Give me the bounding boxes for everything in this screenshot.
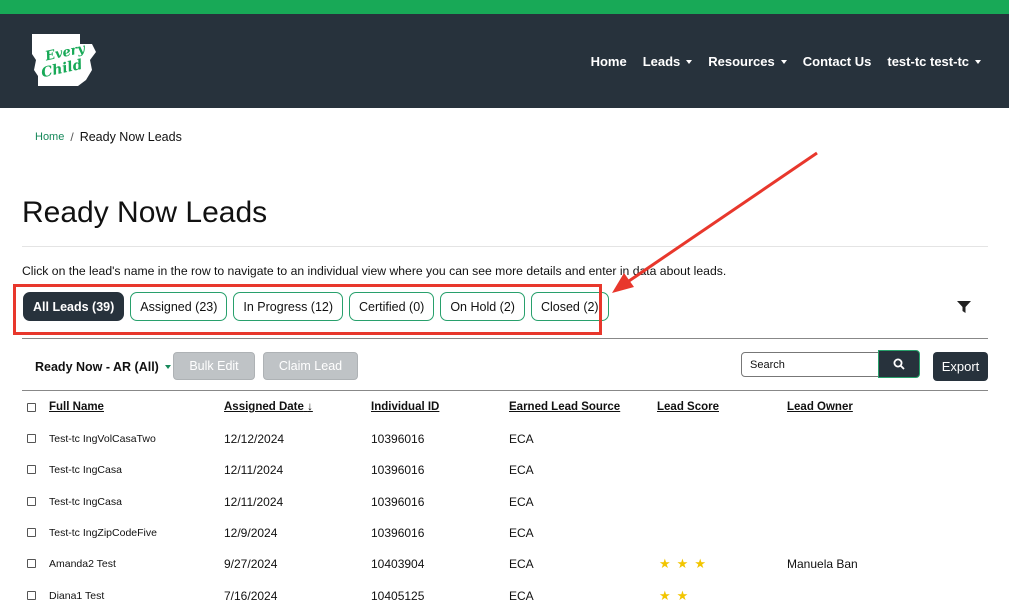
breadcrumb-home-link[interactable]: Home <box>35 131 64 143</box>
row-checkbox[interactable] <box>27 434 36 443</box>
table-row: Test-tc IngVolCasaTwo 12/12/2024 10396016 E… <box>0 432 1009 452</box>
lead-name-link[interactable]: Test-tc IngCasa <box>49 464 122 476</box>
sort-down-arrow-icon: ↓ <box>307 401 313 413</box>
lead-name-link[interactable]: Test-tc IngZipCodeFive <box>49 527 157 539</box>
row-checkbox[interactable] <box>27 591 36 600</box>
nav-home[interactable]: Home <box>591 54 627 69</box>
lead-source-cell: ECA <box>509 432 534 446</box>
star-icon: ★ <box>676 588 689 603</box>
table-row: Test-tc IngCasa 12/11/2024 10396016 ECA <box>0 495 1009 515</box>
col-individual-id[interactable]: Individual ID <box>371 401 439 413</box>
lead-source-cell: ECA <box>509 557 534 571</box>
breadcrumb-current: Ready Now Leads <box>79 130 182 144</box>
row-checkbox[interactable] <box>27 465 36 474</box>
annotation-highlight-box <box>13 284 602 335</box>
individual-id-cell: 10403904 <box>371 557 425 571</box>
lead-name-link[interactable]: Amanda2 Test <box>49 558 116 570</box>
breadcrumb: Home / Ready Now Leads <box>35 130 182 144</box>
col-lead-score[interactable]: Lead Score <box>657 401 719 413</box>
lead-name-link[interactable]: Test-tc IngCasa <box>49 496 122 508</box>
individual-id-cell: 10396016 <box>371 432 425 446</box>
nav-resources-dropdown[interactable]: Resources <box>708 54 787 69</box>
nav-contact-us[interactable]: Contact Us <box>803 54 872 69</box>
caret-down-icon <box>780 59 787 64</box>
nav-leads-dropdown[interactable]: Leads <box>643 54 693 69</box>
search-icon <box>893 358 905 370</box>
table-row: Amanda2 Test 9/27/2024 10403904 ECA ★ ★ ★ Manue… <box>0 556 1009 577</box>
lead-source-cell: ECA <box>509 495 534 509</box>
star-icon: ★ <box>659 556 671 571</box>
col-assigned-date[interactable]: Assigned Date ↓ <box>224 401 313 413</box>
claim-lead-button[interactable]: Claim Lead <box>263 352 358 380</box>
select-all-checkbox[interactable] <box>27 403 36 412</box>
assigned-date-cell: 7/16/2024 <box>224 589 278 603</box>
individual-id-cell: 10396016 <box>371 495 425 509</box>
star-icon: ★ <box>659 588 671 603</box>
table-row: Test-tc IngZipCodeFive 12/9/2024 10396016 E… <box>0 526 1009 546</box>
breadcrumb-separator: / <box>70 130 74 144</box>
table-header: Full Name Assigned Date ↓ Individual ID … <box>0 401 1009 415</box>
individual-id-cell: 10405125 <box>371 589 425 603</box>
every-child-logo[interactable]: Every Child <box>28 30 98 90</box>
lead-name-link[interactable]: Test-tc IngVolCasaTwo <box>49 433 156 445</box>
caret-down-icon <box>164 365 171 369</box>
filter-funnel-icon[interactable] <box>957 301 971 313</box>
list-view-select[interactable]: Ready Now - AR (All) <box>35 360 171 374</box>
intro-text: Click on the lead's name in the row to n… <box>22 264 727 278</box>
bulk-edit-button[interactable]: Bulk Edit <box>173 352 255 380</box>
assigned-date-cell: 9/27/2024 <box>224 557 278 571</box>
lead-score-stars: ★ ★ ★ <box>659 556 706 572</box>
star-icon: ★ <box>694 556 706 571</box>
row-checkbox[interactable] <box>27 528 36 537</box>
individual-id-cell: 10396016 <box>371 463 425 477</box>
caret-down-icon <box>975 59 981 64</box>
individual-id-cell: 10396016 <box>371 526 425 540</box>
toolbar-divider <box>22 390 988 391</box>
search-button[interactable] <box>878 350 920 378</box>
assigned-date-cell: 12/12/2024 <box>224 432 285 446</box>
export-button[interactable]: Export <box>933 352 988 381</box>
search-input[interactable] <box>741 352 879 377</box>
assigned-date-cell: 12/11/2024 <box>224 495 284 509</box>
title-divider <box>22 246 988 247</box>
lead-score-stars: ★ ★ <box>659 588 688 603</box>
lead-source-cell: ECA <box>509 589 534 603</box>
assigned-date-cell: 12/9/2024 <box>224 526 278 540</box>
caret-down-icon <box>686 59 693 64</box>
col-earned-lead-source[interactable]: Earned Lead Source <box>509 401 620 413</box>
filters-divider <box>22 338 988 339</box>
nav-user-menu[interactable]: test-tc test-tc <box>887 54 981 69</box>
lead-name-link[interactable]: Diana1 Test <box>49 590 104 602</box>
top-navbar: Every Child Home Leads Resources Contact… <box>0 14 1009 108</box>
top-accent-strip <box>0 0 1009 14</box>
page-title: Ready Now Leads <box>22 196 268 229</box>
col-lead-owner[interactable]: Lead Owner <box>787 401 853 413</box>
lead-source-cell: ECA <box>509 463 534 477</box>
col-full-name[interactable]: Full Name <box>49 401 104 413</box>
table-row: Test-tc IngCasa 12/11/2024 10396016 ECA <box>0 463 1009 483</box>
lead-source-cell: ECA <box>509 526 534 540</box>
star-icon: ★ <box>676 556 689 571</box>
assigned-date-cell: 12/11/2024 <box>224 463 284 477</box>
row-checkbox[interactable] <box>27 559 36 568</box>
row-checkbox[interactable] <box>27 497 36 506</box>
table-row: Diana1 Test 7/16/2024 10405125 ECA ★ ★ <box>0 588 1009 603</box>
lead-owner-cell: Manuela Ban <box>787 557 858 571</box>
